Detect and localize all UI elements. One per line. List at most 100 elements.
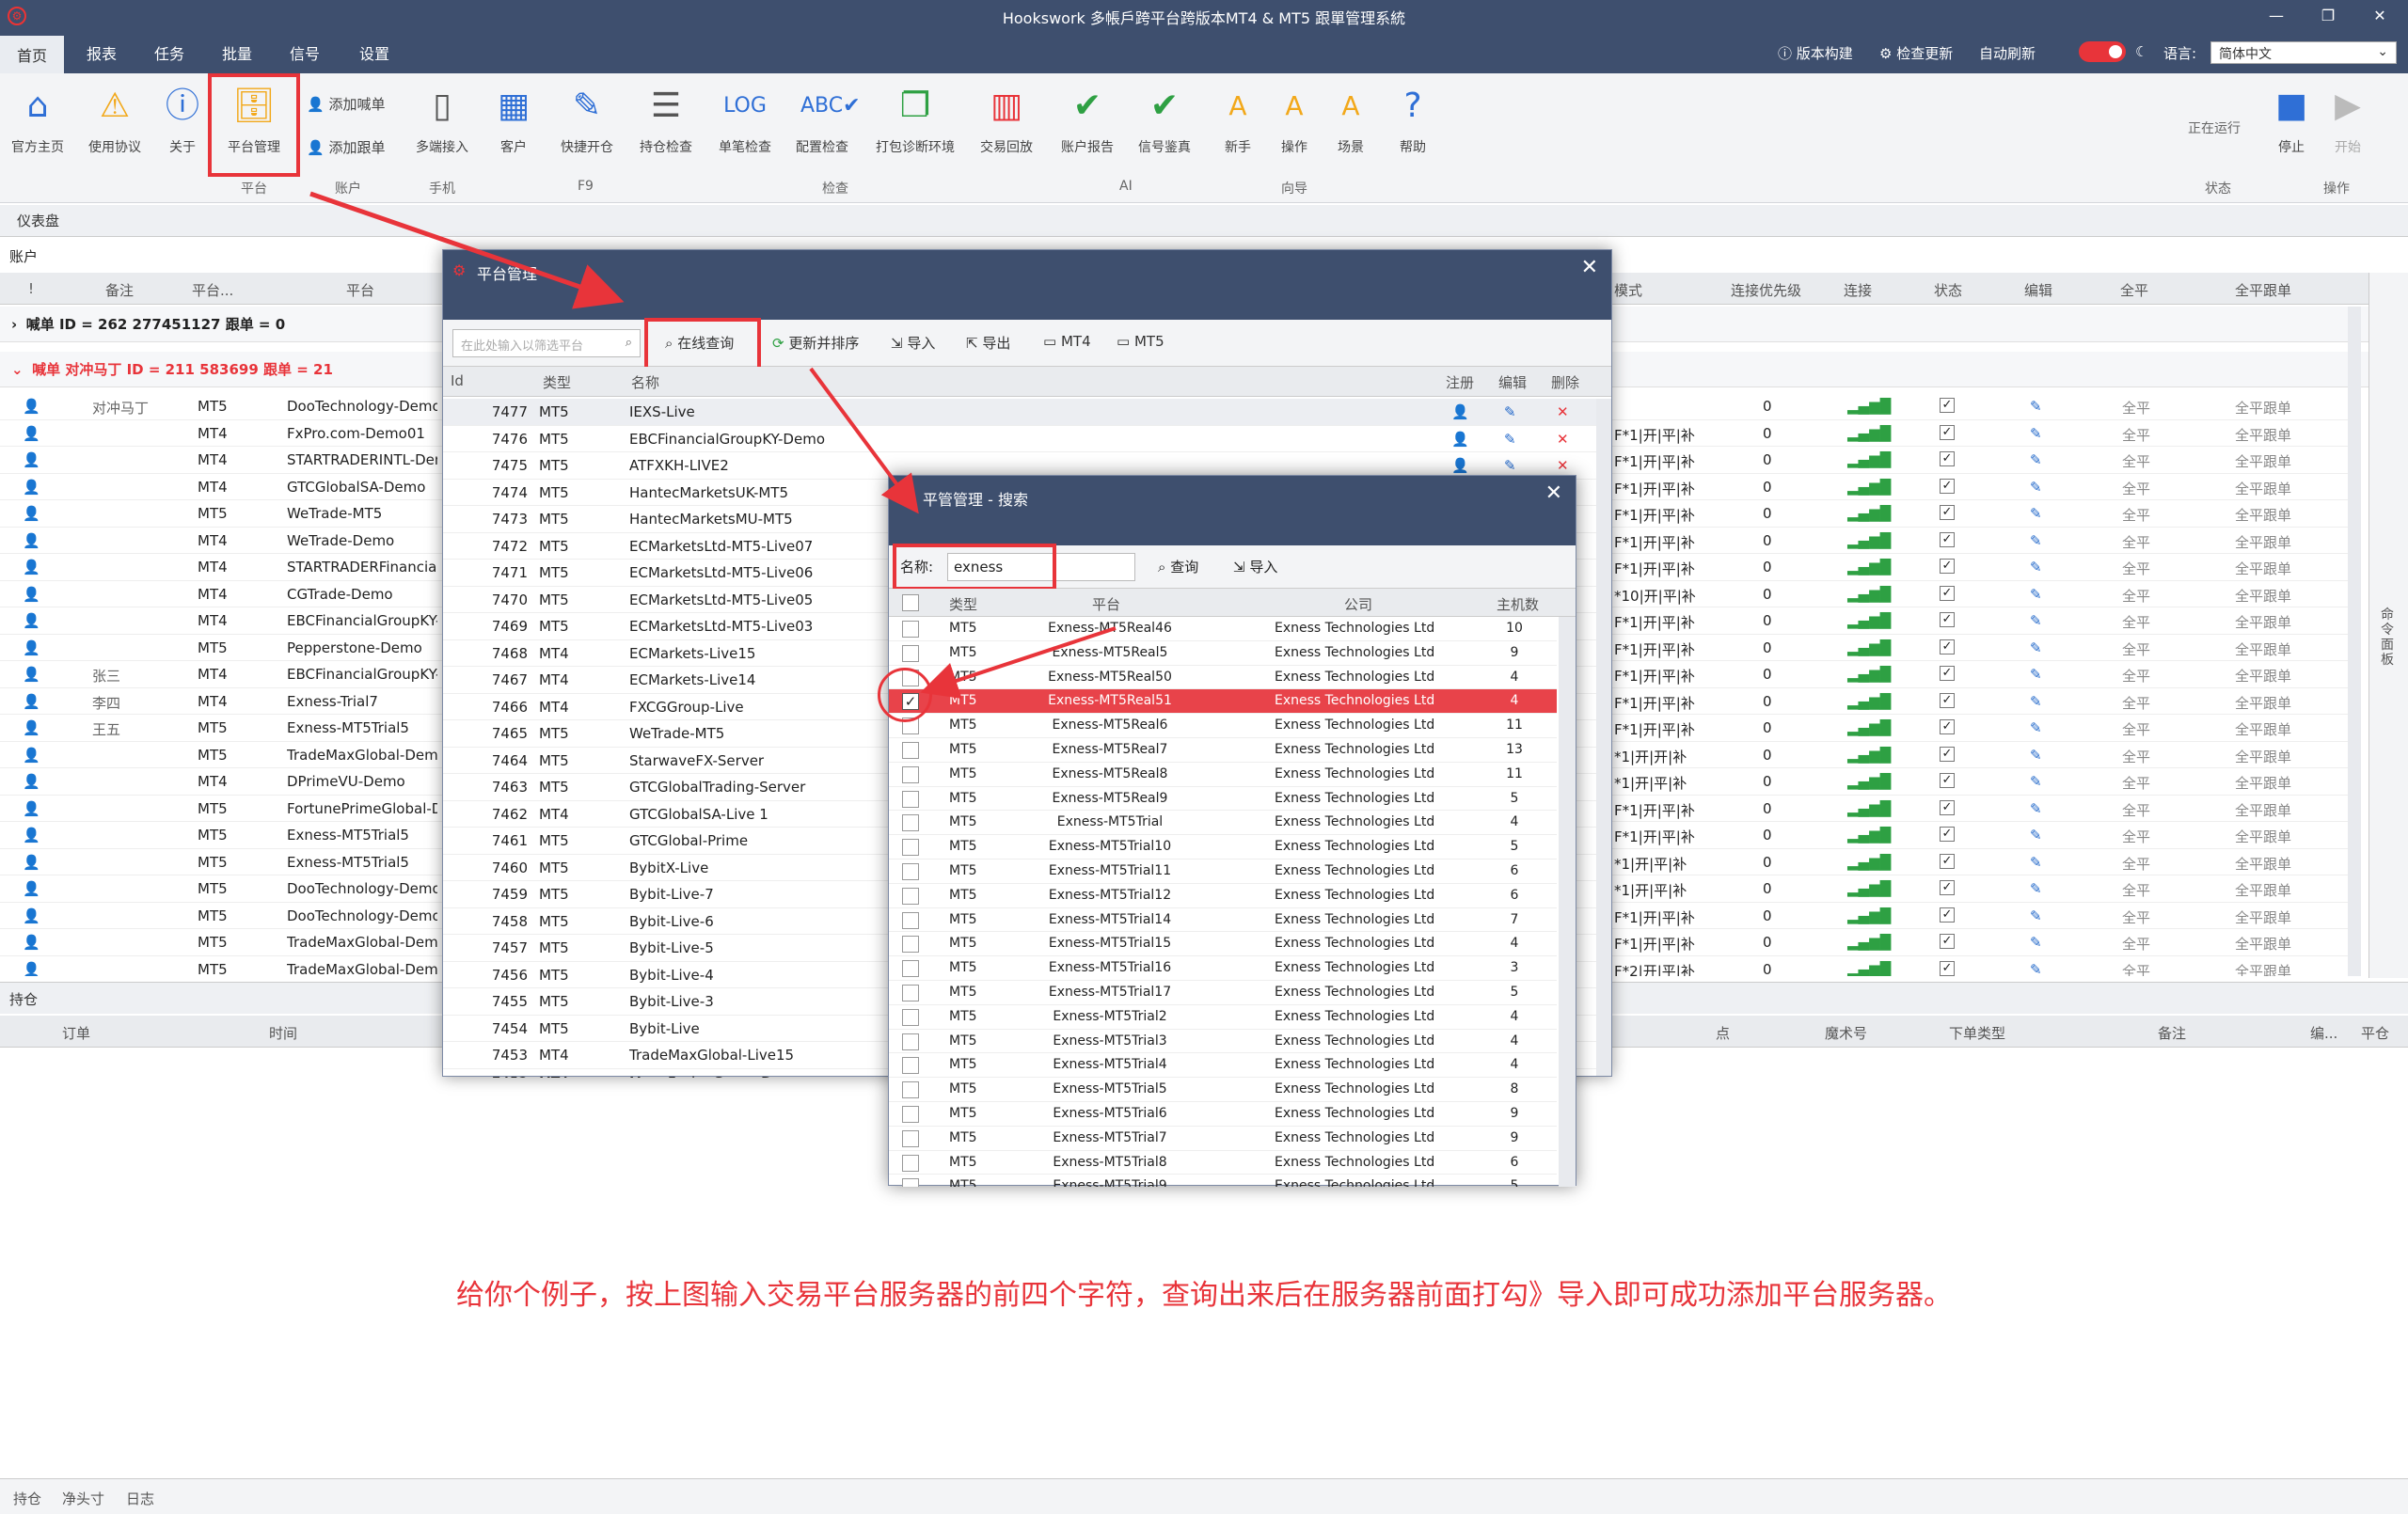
import-button[interactable]: ⇲ 导入 [891,333,935,353]
col-alert[interactable]: ! [28,280,34,297]
pos-col-magic[interactable]: 魔术号 [1825,1023,1867,1043]
edit-pencil-icon[interactable]: ✎ [2030,612,2042,629]
flat-follow-button[interactable]: 全平跟单 [2235,934,2291,954]
col-note[interactable]: 备注 [105,280,134,300]
status-checkbox[interactable]: ✓ [1940,773,1955,788]
d2-col-hosts[interactable]: 主机数 [1497,594,1539,614]
col-status[interactable]: 状态 [1934,280,1962,300]
search-result-row[interactable]: MT5 Exness-MT5Trial5 Exness Technologies L… [889,1078,1557,1102]
edit-pencil-icon[interactable]: ✎ [2030,800,2042,817]
flat-button[interactable]: 全平 [2122,800,2150,820]
command-panel[interactable]: 命令面板 [2368,273,2408,978]
flat-button[interactable]: 全平 [2122,451,2150,471]
status-checkbox[interactable]: ✓ [1940,639,1955,654]
flat-button[interactable]: 全平 [2122,559,2150,578]
search-result-row[interactable]: MT5 Exness-MT5Trial Exness Technologies Lt… [889,811,1557,836]
status-checkbox[interactable]: ✓ [1940,692,1955,708]
col-flat[interactable]: 全平 [2120,280,2148,300]
search-result-row[interactable]: MT5 Exness-MT5Trial3 Exness Technologies L… [889,1030,1557,1054]
row-checkbox[interactable] [902,1033,919,1050]
flat-button[interactable]: 全平 [2122,666,2150,686]
search-dialog-close-icon[interactable]: ✕ [1545,481,1562,505]
search-result-row[interactable]: MT5 Exness-MT5Trial15 Exness Technologies … [889,932,1557,957]
platform-row[interactable]: 7476 MT5 EBCFinancialGroupKY-Demo 👤 ✎ ✕ [443,426,1596,452]
flat-follow-button[interactable]: 全平跟单 [2235,666,2291,686]
platform-filter-input[interactable]: 在此处输入以筛选平台 ⌕ [452,329,641,357]
status-checkbox[interactable]: ✓ [1940,612,1955,627]
row-checkbox[interactable] [902,863,919,880]
flat-button[interactable]: 全平 [2122,479,2150,498]
row-checkbox[interactable] [902,839,919,857]
flat-follow-button[interactable]: 全平跟单 [2235,398,2291,418]
row-checkbox[interactable] [902,1129,919,1147]
menu-home[interactable]: 首页 [0,36,65,73]
flat-button[interactable]: 全平 [2122,747,2150,766]
row-checkbox[interactable] [902,985,919,1001]
flat-button[interactable]: 全平 [2122,639,2150,659]
search-result-row[interactable]: MT5 Exness-MT5Real5 Exness Technologies Lt… [889,641,1557,666]
row-checkbox[interactable] [902,960,919,978]
register-user-icon[interactable]: 👤 [1451,403,1469,420]
flat-button[interactable]: 全平 [2122,934,2150,954]
menu-tasks[interactable]: 任务 [154,41,184,64]
flat-follow-button[interactable]: 全平跟单 [2235,719,2291,739]
minimize-button[interactable]: — [2258,4,2295,28]
check-update-button[interactable]: ⚙ 检查更新 [1879,43,1953,63]
edit-pencil-icon[interactable]: ✎ [2030,693,2042,710]
row-checkbox[interactable] [902,621,919,638]
maximize-button[interactable]: ❐ [2309,4,2347,28]
search-scrollbar[interactable] [1559,617,1576,1187]
tab-net-position[interactable]: 净头寸 [62,1489,104,1508]
menu-reports[interactable]: 报表 [87,41,117,64]
edit-pencil-icon[interactable]: ✎ [2030,505,2042,522]
search-result-row[interactable]: ✓ MT5 Exness-MT5Real51 Exness Technologies … [889,689,1557,715]
flat-follow-button[interactable]: 全平跟单 [2235,854,2291,874]
pos-col-close[interactable]: 平仓 [2361,1023,2389,1043]
tab-positions[interactable]: 持仓 [13,1489,41,1508]
pos-col-points[interactable]: 点 [1716,1023,1730,1043]
flat-follow-button[interactable]: 全平跟单 [2235,961,2291,977]
row-checkbox[interactable] [902,911,919,929]
status-checkbox[interactable]: ✓ [1940,934,1955,949]
row-checkbox[interactable] [902,644,919,662]
status-checkbox[interactable]: ✓ [1940,799,1955,815]
edit-pencil-icon[interactable]: ✎ [2030,907,2042,924]
flat-button[interactable]: 全平 [2122,854,2150,874]
edit-pencil-icon[interactable]: ✎ [2030,425,2042,442]
row-checkbox[interactable] [902,936,919,954]
trade-replay-button[interactable]: ▥ 交易回放 [969,85,1044,156]
search-result-row[interactable]: MT5 Exness-MT5Real50 Exness Technologies L… [889,666,1557,690]
col-mode[interactable]: 模式 [1614,280,1642,300]
status-checkbox[interactable]: ✓ [1940,585,1955,601]
edit-pencil-icon[interactable]: ✎ [2030,854,2042,871]
row-checkbox[interactable] [902,765,919,783]
edit-pencil-icon[interactable]: ✎ [1504,431,1516,448]
flat-button[interactable]: 全平 [2122,505,2150,525]
flat-follow-button[interactable]: 全平跟单 [2235,479,2291,498]
d1-col-delete[interactable]: 删除 [1551,372,1579,392]
edit-pencil-icon[interactable]: ✎ [2030,880,2042,897]
edit-pencil-icon[interactable]: ✎ [2030,532,2042,549]
row-checkbox[interactable] [902,790,919,808]
search-result-row[interactable]: MT5 Exness-MT5Trial8 Exness Technologies L… [889,1151,1557,1175]
flat-follow-button[interactable]: 全平跟单 [2235,559,2291,578]
pos-col-order[interactable]: 订单 [62,1023,90,1043]
edit-pencil-icon[interactable]: ✎ [2030,827,2042,844]
delete-x-icon[interactable]: ✕ [1557,431,1569,448]
pos-col-time[interactable]: 时间 [269,1023,297,1043]
flat-button[interactable]: 全平 [2122,961,2150,977]
build-version-button[interactable]: ⓘ 版本构建 [1778,43,1853,63]
flat-follow-button[interactable]: 全平跟单 [2235,451,2291,471]
edit-pencil-icon[interactable]: ✎ [2030,639,2042,656]
status-checkbox[interactable]: ✓ [1940,907,1955,923]
edit-pencil-icon[interactable]: ✎ [2030,747,2042,764]
row-checkbox[interactable] [902,742,919,759]
status-checkbox[interactable]: ✓ [1940,559,1955,574]
search-result-row[interactable]: MT5 Exness-MT5Real6 Exness Technologies Lt… [889,714,1557,738]
status-checkbox[interactable]: ✓ [1940,719,1955,734]
d1-col-id[interactable]: Id [451,372,464,389]
flat-button[interactable]: 全平 [2122,612,2150,632]
flat-button[interactable]: 全平 [2122,586,2150,606]
edit-pencil-icon[interactable]: ✎ [2030,398,2042,415]
flat-follow-button[interactable]: 全平跟单 [2235,693,2291,713]
